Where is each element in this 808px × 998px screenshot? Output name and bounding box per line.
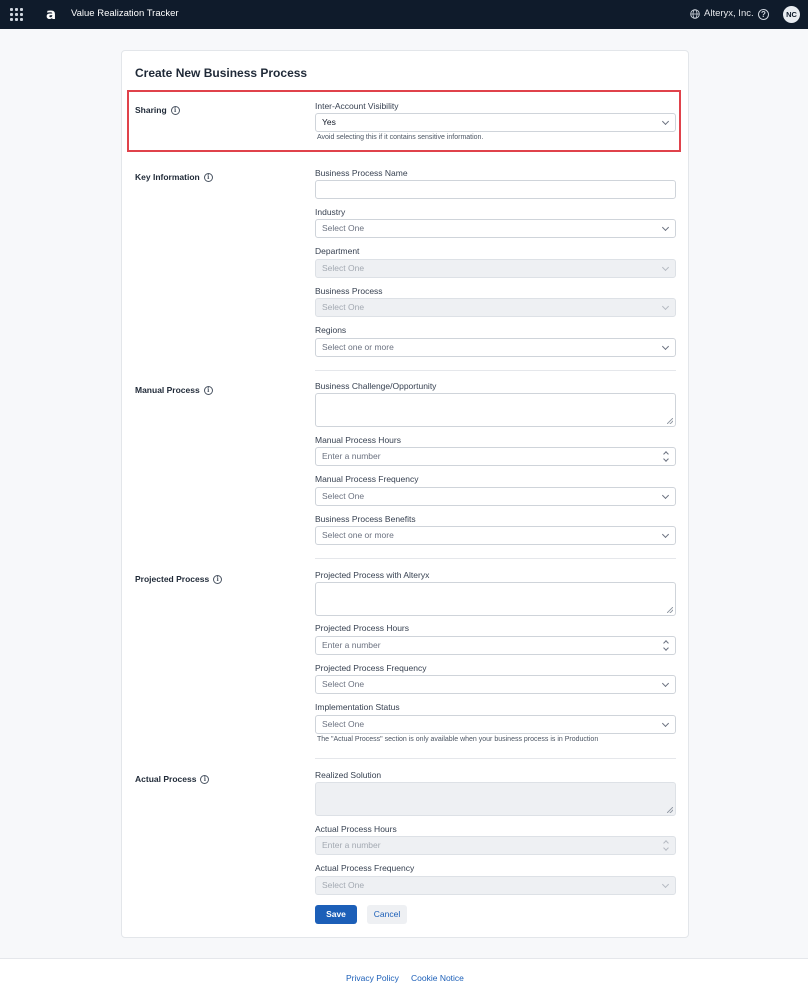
- org-name: Alteryx, Inc.: [704, 8, 754, 19]
- create-business-process-card: Create New Business Process Sharing i In…: [121, 50, 689, 938]
- regions-multiselect[interactable]: Select one or more: [315, 338, 676, 357]
- chevron-down-icon: [661, 880, 670, 889]
- realized-solution-label: Realized Solution: [315, 770, 382, 780]
- page-title: Create New Business Process: [135, 66, 308, 80]
- resize-handle-icon[interactable]: [667, 607, 673, 613]
- manual-process-frequency-select[interactable]: Select One: [315, 487, 676, 506]
- actual-process-hours-placeholder: Enter a number: [322, 840, 381, 850]
- business-process-select[interactable]: Select One: [315, 298, 676, 317]
- number-stepper-icon[interactable]: [663, 839, 670, 852]
- save-button[interactable]: Save: [315, 905, 357, 924]
- inter-account-visibility-label: Inter-Account Visibility: [315, 101, 399, 111]
- chevron-down-icon: [661, 342, 670, 351]
- projected-process-frequency-value: Select One: [322, 679, 365, 689]
- alteryx-logo[interactable]: a: [46, 5, 56, 23]
- business-process-benefits-value: Select one or more: [322, 530, 394, 540]
- industry-label: Industry: [315, 207, 346, 217]
- section-manual-process-label: Manual Process: [135, 385, 200, 395]
- manual-process-hours-placeholder: Enter a number: [322, 451, 381, 461]
- chevron-down-icon: [661, 679, 670, 688]
- section-actual-process-label: Actual Process: [135, 774, 197, 784]
- info-icon[interactable]: i: [203, 172, 213, 182]
- cookie-notice-link[interactable]: Cookie Notice: [411, 973, 464, 983]
- resize-handle-icon[interactable]: [667, 418, 673, 424]
- regions-label: Regions: [315, 325, 347, 335]
- implementation-status-value: Select One: [322, 719, 365, 729]
- footer: [0, 959, 808, 998]
- actual-process-hours-input[interactable]: Enter a number: [315, 836, 676, 855]
- chevron-down-icon: [661, 719, 670, 728]
- business-challenge-textarea[interactable]: [315, 393, 676, 427]
- actual-process-frequency-select[interactable]: Select One: [315, 876, 676, 895]
- user-avatar[interactable]: NC: [783, 6, 800, 23]
- actual-process-hours-label: Actual Process Hours: [315, 824, 397, 834]
- chevron-down-icon: [661, 117, 670, 126]
- industry-value: Select One: [322, 223, 365, 233]
- realized-solution-textarea[interactable]: [315, 782, 676, 816]
- implementation-status-hint: The "Actual Process" section is only ava…: [317, 736, 599, 743]
- chevron-down-icon: [661, 263, 670, 272]
- section-key-information-label: Key Information: [135, 172, 200, 182]
- business-process-value: Select One: [322, 302, 365, 312]
- app-title: Value Realization Tracker: [71, 8, 179, 19]
- projected-process-hours-placeholder: Enter a number: [322, 640, 381, 650]
- projected-process-hours-input[interactable]: Enter a number: [315, 636, 676, 655]
- business-process-benefits-multiselect[interactable]: Select one or more: [315, 526, 676, 545]
- chevron-down-icon: [661, 530, 670, 539]
- number-stepper-icon[interactable]: [663, 639, 670, 652]
- manual-process-frequency-label: Manual Process Frequency: [315, 474, 419, 484]
- business-challenge-label: Business Challenge/Opportunity: [315, 381, 437, 391]
- info-icon[interactable]: i: [200, 774, 210, 784]
- section-projected-process-label: Projected Process: [135, 574, 210, 584]
- business-process-name-label: Business Process Name: [315, 168, 408, 178]
- department-select[interactable]: Select One: [315, 259, 676, 278]
- projected-process-frequency-select[interactable]: Select One: [315, 675, 676, 694]
- business-process-label: Business Process: [315, 286, 383, 296]
- projected-process-with-alteryx-textarea[interactable]: [315, 582, 676, 616]
- actual-process-frequency-value: Select One: [322, 880, 365, 890]
- org-switcher[interactable]: Alteryx, Inc.: [690, 8, 754, 19]
- resize-handle-icon[interactable]: [667, 807, 673, 813]
- implementation-status-label: Implementation Status: [315, 702, 400, 712]
- number-stepper-icon[interactable]: [663, 450, 670, 463]
- app-launcher-grid-icon[interactable]: [10, 8, 23, 21]
- help-icon[interactable]: ?: [758, 9, 769, 20]
- section-sharing-label: Sharing: [135, 105, 167, 115]
- inter-account-visibility-value: Yes: [322, 117, 336, 127]
- manual-process-hours-label: Manual Process Hours: [315, 435, 401, 445]
- info-icon[interactable]: i: [203, 385, 213, 395]
- regions-value: Select one or more: [322, 342, 394, 352]
- inter-account-visibility-select[interactable]: Yes: [315, 113, 676, 132]
- globe-icon: [690, 8, 700, 19]
- projected-process-with-alteryx-label: Projected Process with Alteryx: [315, 570, 430, 580]
- industry-select[interactable]: Select One: [315, 219, 676, 238]
- section-key-information: Key Information i: [135, 172, 213, 182]
- projected-process-frequency-label: Projected Process Frequency: [315, 663, 427, 673]
- chevron-down-icon: [661, 491, 670, 500]
- actual-process-frequency-label: Actual Process Frequency: [315, 863, 415, 873]
- sharing-hint: Avoid selecting this if it contains sens…: [317, 134, 484, 141]
- department-value: Select One: [322, 263, 365, 273]
- info-icon[interactable]: i: [213, 574, 223, 584]
- divider: [315, 758, 676, 759]
- manual-process-frequency-value: Select One: [322, 491, 365, 501]
- divider: [315, 370, 676, 371]
- section-sharing: Sharing i: [135, 105, 180, 115]
- chevron-down-icon: [661, 302, 670, 311]
- section-projected-process: Projected Process i: [135, 574, 223, 584]
- implementation-status-select[interactable]: Select One: [315, 715, 676, 734]
- divider: [315, 558, 676, 559]
- info-icon[interactable]: i: [170, 105, 180, 115]
- department-label: Department: [315, 246, 360, 256]
- section-manual-process: Manual Process i: [135, 385, 213, 395]
- chevron-down-icon: [661, 223, 670, 232]
- privacy-policy-link[interactable]: Privacy Policy: [346, 973, 399, 983]
- top-navigation-bar: a Value Realization Tracker Alteryx, Inc…: [0, 0, 808, 29]
- section-actual-process: Actual Process i: [135, 774, 210, 784]
- business-process-benefits-label: Business Process Benefits: [315, 514, 416, 524]
- business-process-name-input[interactable]: [315, 180, 676, 199]
- cancel-button[interactable]: Cancel: [367, 905, 407, 924]
- manual-process-hours-input[interactable]: Enter a number: [315, 447, 676, 466]
- projected-process-hours-label: Projected Process Hours: [315, 623, 410, 633]
